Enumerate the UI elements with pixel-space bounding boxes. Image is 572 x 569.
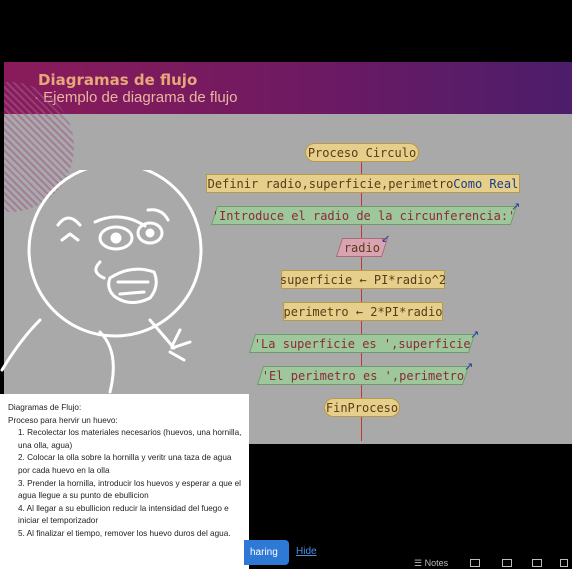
speaker-notes-panel[interactable]: Diagramas de Flujo: Proceso para hervir … (0, 394, 249, 569)
flowchart-define: Definir radio,superficie,perimetro Como … (206, 174, 520, 193)
slide-header: Diagramas de flujo · Ejemplo de diagrama… (4, 62, 572, 114)
stop-sharing-button[interactable]: haring (244, 540, 289, 565)
flowchart-calc-area: superficie ← PI*radio^2 (280, 270, 446, 289)
notes-step: 4. Al llegar a su ebullicion reducir la … (18, 503, 229, 526)
flowchart-end: FinProceso (324, 398, 400, 417)
notes-step: 2. Colocar la olla sobre la hornilla y v… (18, 453, 232, 475)
reading-view-icon[interactable] (532, 559, 542, 567)
output-arrow-icon: ↗ (464, 360, 474, 373)
flowchart-output-perimeter: 'El perimetro es ',perimetro (256, 366, 470, 385)
hide-link[interactable]: Hide (296, 546, 317, 557)
flowchart-calc-perimeter: perimetro ← 2*PI*radio (283, 302, 443, 321)
notes-step: 5. Al finalizar el tiempo, remover los h… (18, 528, 231, 538)
notes-step: 1. Recolectar los materiales necesarios … (18, 428, 242, 450)
slide-title: Diagramas de flujo (38, 71, 198, 89)
slide-subtitle: · Ejemplo de diagrama de flujo (34, 89, 238, 106)
flowchart-output-area: 'La superficie es ',superficie (248, 334, 476, 353)
notes-icon: ☰ (414, 558, 423, 568)
flowchart-prompt-output: 'Introduce el radio de la circunferencia… (210, 206, 518, 225)
notes-title: Diagramas de Flujo: (8, 403, 82, 412)
grid-view-icon[interactable] (502, 559, 512, 567)
output-arrow-icon: ↗ (511, 200, 521, 213)
slideshow-icon[interactable] (560, 559, 568, 567)
output-arrow-icon: ↗ (470, 328, 480, 341)
meme-face-drawing (0, 170, 203, 394)
notes-intro: Proceso para hervir un huevo: (8, 415, 118, 425)
input-arrow-icon: ↙ (381, 232, 391, 245)
notes-toggle[interactable]: ☰ Notes (414, 558, 448, 569)
notes-step: 3. Prender la hornilla, introducir los h… (18, 478, 242, 501)
normal-view-icon[interactable] (470, 559, 480, 567)
flowchart-start: Proceso Circulo (305, 143, 419, 162)
